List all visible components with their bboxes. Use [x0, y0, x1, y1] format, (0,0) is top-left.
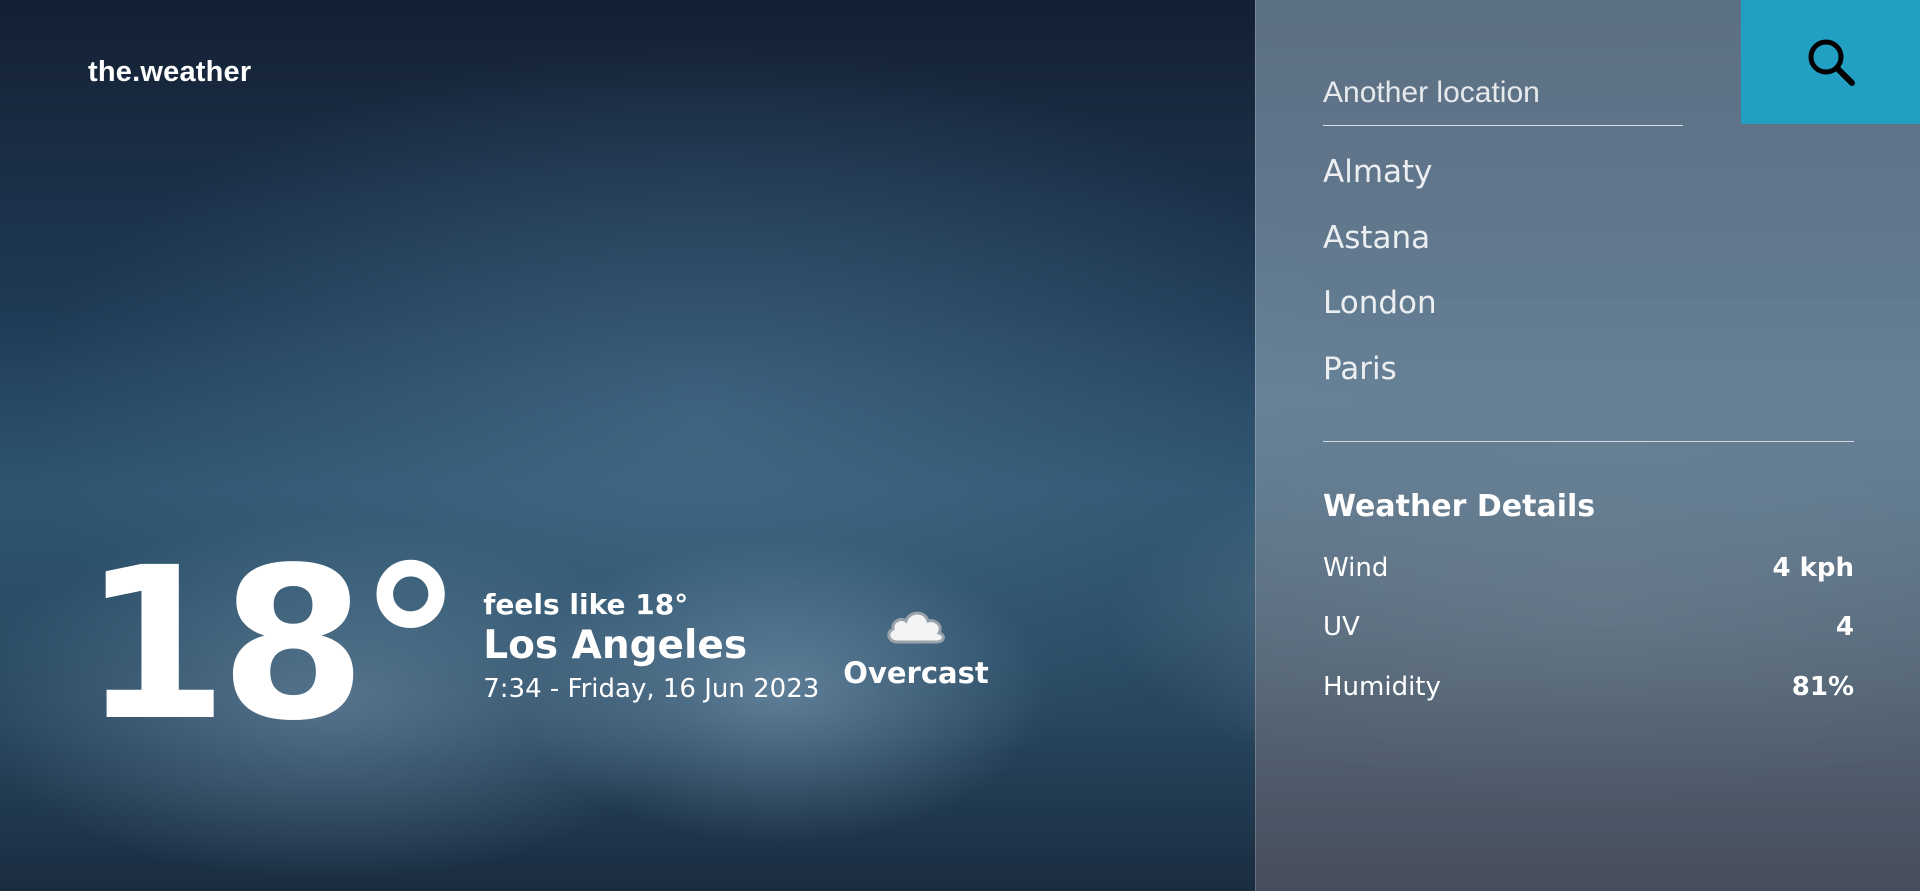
feels-like: feels like 18°	[483, 588, 689, 621]
detail-row-wind: Wind 4 kph	[1323, 553, 1854, 583]
temperature: 18°	[82, 522, 463, 767]
search-button[interactable]	[1741, 0, 1920, 124]
brand-logo: the.weather	[88, 56, 252, 88]
location-info: feels like 18° Los Angeles 7:34 - Friday…	[483, 588, 819, 704]
location-item-astana[interactable]: Astana	[1323, 216, 1437, 282]
recent-locations-list: Almaty Astana London Paris	[1323, 150, 1437, 412]
location-item-paris[interactable]: Paris	[1323, 347, 1437, 413]
cloud-icon	[887, 611, 945, 644]
detail-row-uv: UV 4	[1323, 612, 1854, 642]
detail-row-humidity: Humidity 81%	[1323, 672, 1854, 702]
condition-text: Overcast	[843, 656, 989, 690]
detail-label: UV	[1323, 612, 1360, 642]
detail-value: 4	[1835, 612, 1854, 642]
side-panel: Almaty Astana London Paris Weather Detai…	[1255, 0, 1920, 891]
detail-value: 4 kph	[1772, 553, 1854, 583]
divider	[1323, 441, 1854, 442]
condition: Overcast	[843, 602, 989, 690]
location-search-input[interactable]	[1323, 60, 1683, 126]
current-weather: 18° feels like 18° Los Angeles 7:34 - Fr…	[82, 540, 989, 750]
location-item-almaty[interactable]: Almaty	[1323, 150, 1437, 216]
location-item-london[interactable]: London	[1323, 281, 1437, 347]
city-name: Los Angeles	[483, 623, 748, 668]
date-time: 7:34 - Friday, 16 Jun 2023	[483, 674, 820, 704]
detail-value: 81%	[1791, 672, 1854, 702]
detail-label: Humidity	[1323, 672, 1441, 702]
search-icon	[1808, 39, 1855, 86]
detail-label: Wind	[1323, 553, 1389, 583]
details-title: Weather Details	[1323, 489, 1596, 524]
